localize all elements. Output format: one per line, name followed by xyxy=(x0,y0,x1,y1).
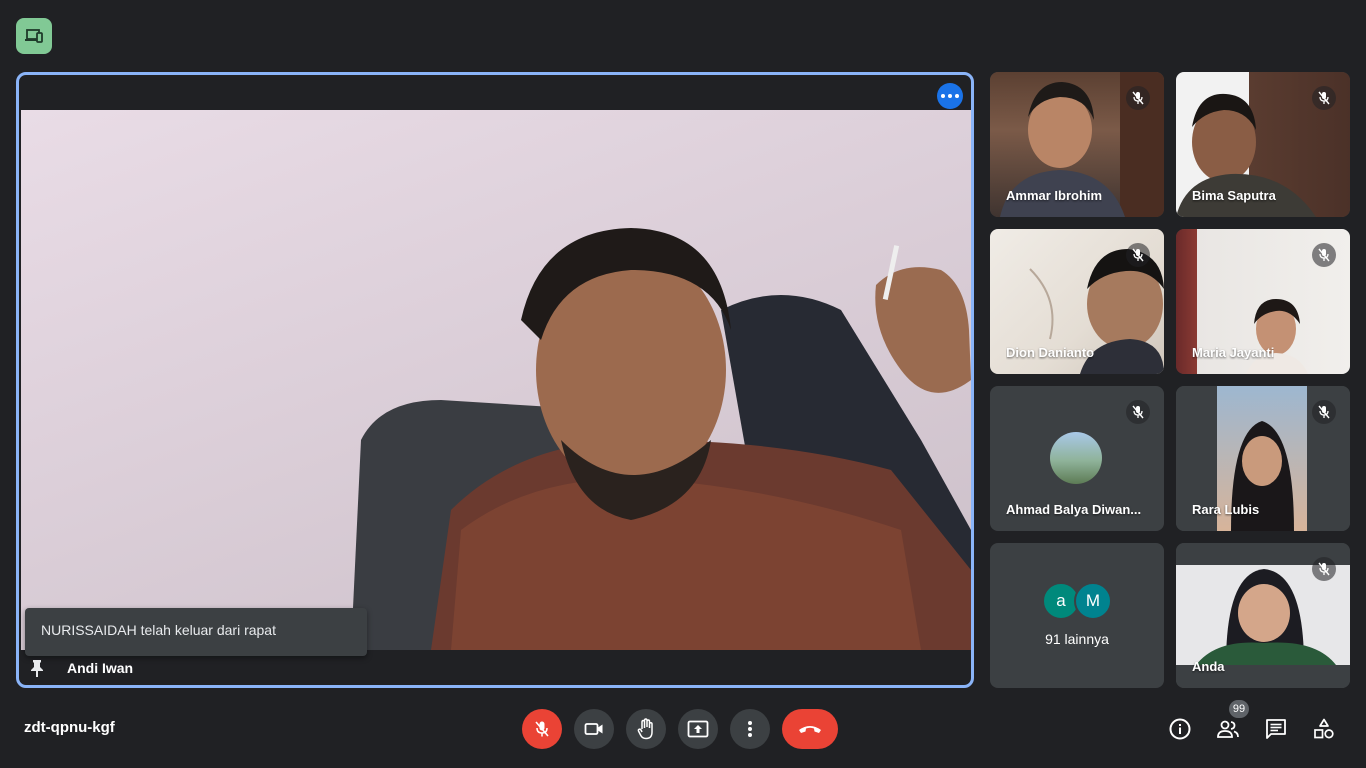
participant-name: Rara Lubis xyxy=(1192,502,1260,517)
mic-off-icon xyxy=(1312,86,1336,110)
camera-icon xyxy=(584,723,603,735)
meeting-details-button[interactable] xyxy=(1163,712,1197,746)
more-vert-icon xyxy=(748,721,752,737)
participant-name: Ahmad Balya Diwan... xyxy=(1006,502,1142,517)
hang-up-icon xyxy=(799,726,821,733)
notification-toast: NURISSAIDAH telah keluar dari rapat xyxy=(25,608,367,656)
main-video-feed xyxy=(21,110,971,650)
activities-button[interactable] xyxy=(1307,712,1341,746)
main-video-tile[interactable]: NURISSAIDAH telah keluar dari rapat Andi… xyxy=(16,72,974,688)
speaker-video-image xyxy=(351,228,971,650)
participant-tile[interactable]: Maria Jayanti xyxy=(1176,229,1350,374)
meeting-code: zdt-qpnu-kgf xyxy=(24,719,115,736)
mic-off-icon xyxy=(1312,557,1336,581)
participant-name: Maria Jayanti xyxy=(1192,345,1275,360)
participant-tile[interactable]: Ahmad Balya Diwan... xyxy=(990,386,1164,531)
raise-hand-icon xyxy=(637,718,653,740)
pin-icon[interactable] xyxy=(29,658,45,678)
main-tile-footer: Andi Iwan xyxy=(19,650,971,685)
mic-off-icon xyxy=(1126,400,1150,424)
presenter-name: Andi Iwan xyxy=(67,659,134,676)
participant-name: Ammar Ibrohim xyxy=(1006,188,1103,203)
participant-tile[interactable]: Dion Danianto xyxy=(990,229,1164,374)
more-options-icon xyxy=(941,94,945,98)
raise-hand-button[interactable] xyxy=(626,709,666,749)
participant-name: Bima Saputra xyxy=(1192,188,1276,203)
others-tile[interactable]: a M 91 lainnya xyxy=(990,543,1164,688)
more-options-menu-button[interactable] xyxy=(730,709,770,749)
people-count-badge: 99 xyxy=(1229,700,1249,718)
participant-name: Dion Danianto xyxy=(1006,345,1095,360)
more-options-button[interactable] xyxy=(937,83,963,109)
others-avatars: a M xyxy=(990,582,1164,620)
mic-off-icon xyxy=(535,721,549,737)
present-screen-icon xyxy=(687,720,709,738)
participant-avatar: M xyxy=(1074,582,1112,620)
self-tile[interactable]: Anda xyxy=(1176,543,1350,688)
info-icon xyxy=(1169,718,1191,740)
activities-icon xyxy=(1314,718,1334,739)
companion-mode-icon xyxy=(25,29,43,43)
participant-tile[interactable]: Rara Lubis xyxy=(1176,386,1350,531)
mic-off-icon xyxy=(1312,400,1336,424)
chat-button[interactable] xyxy=(1259,712,1293,746)
mic-off-icon xyxy=(1312,243,1336,267)
bottom-control-bar: zdt-qpnu-kgf 99 xyxy=(0,700,1366,768)
participant-avatar xyxy=(1050,432,1102,484)
participant-tile[interactable]: Ammar Ibrohim xyxy=(990,72,1164,217)
leave-call-button[interactable] xyxy=(782,709,838,749)
camera-toggle-button[interactable] xyxy=(574,709,614,749)
participant-name: Anda xyxy=(1192,659,1225,674)
chat-icon xyxy=(1266,719,1286,739)
present-screen-button[interactable] xyxy=(678,709,718,749)
others-count-label: 91 lainnya xyxy=(1045,631,1109,647)
mic-toggle-button[interactable] xyxy=(522,709,562,749)
participant-tile[interactable]: Bima Saputra xyxy=(1176,72,1350,217)
companion-mode-button[interactable] xyxy=(16,18,52,54)
people-icon xyxy=(1217,720,1239,738)
mic-off-icon xyxy=(1126,243,1150,267)
mic-off-icon xyxy=(1126,86,1150,110)
